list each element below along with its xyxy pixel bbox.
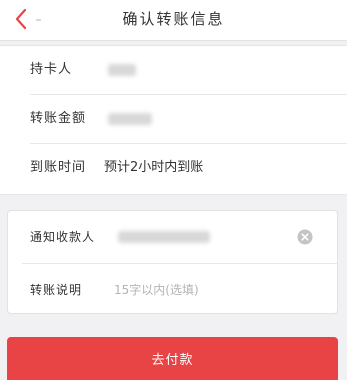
remark-row: 转账说明 <box>8 264 337 316</box>
cardholder-row: 持卡人 <box>0 46 347 94</box>
arrival-time-label: 到账时间 <box>30 160 87 175</box>
cardholder-value-masked <box>108 64 136 76</box>
pay-button[interactable]: 去付款 <box>7 337 338 380</box>
amount-value-masked <box>108 113 152 125</box>
notify-payee-row: 通知收款人 <box>8 211 337 263</box>
amount-row: 转账金额 <box>0 95 347 143</box>
amount-label: 转账金额 <box>30 111 87 126</box>
arrival-time-row: 到账时间 预计2小时内到账 <box>0 144 347 192</box>
page-title: 确认转账信息 <box>122 10 225 28</box>
notify-form-card: 通知收款人 转账说明 <box>7 210 338 314</box>
clear-icon[interactable] <box>297 229 313 245</box>
remark-label: 转账说明 <box>30 283 83 297</box>
notify-payee-label: 通知收款人 <box>30 230 96 244</box>
header-bar: 确认转账信息 <box>0 0 347 41</box>
transfer-info-card: 持卡人 转账金额 到账时间 预计2小时内到账 <box>0 45 347 195</box>
cardholder-label: 持卡人 <box>30 62 73 77</box>
arrival-time-value: 预计2小时内到账 <box>104 160 204 175</box>
notify-payee-input[interactable] <box>118 231 210 243</box>
remark-input[interactable] <box>114 278 294 302</box>
